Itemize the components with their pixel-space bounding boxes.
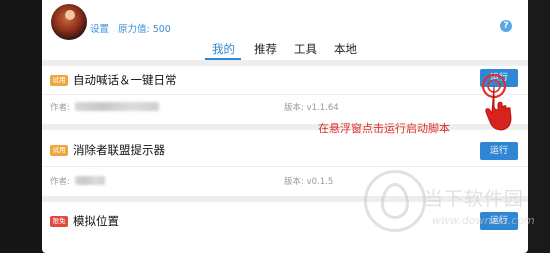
version-label: 版本: v1.1.64: [284, 103, 339, 113]
tab-local[interactable]: 本地: [334, 41, 357, 57]
author-name-blurred: [75, 102, 159, 111]
script-title: 消除者联盟提示器: [73, 143, 165, 157]
power-value: 原力值: 500: [118, 24, 171, 35]
tab-tools[interactable]: 工具: [294, 41, 317, 57]
tab-mine[interactable]: 我的: [212, 41, 235, 57]
tab-bar: 我的 推荐 工具 本地: [42, 41, 528, 59]
card-separator: [42, 60, 528, 66]
card-separator: [42, 124, 528, 130]
author-label: 作者:: [50, 177, 70, 187]
help-icon[interactable]: ?: [500, 20, 512, 32]
author-name-blurred: [75, 176, 105, 185]
watermark-url: www.downxia.com: [432, 214, 535, 227]
script-title: 自动喊话＆一键日常: [73, 73, 177, 87]
divider: [42, 94, 528, 95]
pointing-hand-icon: [481, 73, 512, 131]
avatar[interactable]: [51, 4, 87, 40]
watermark-name: 当下软件园: [424, 188, 525, 210]
settings-link[interactable]: 设置: [90, 21, 109, 35]
script-title: 模拟位置: [73, 214, 119, 228]
left-background: [0, 0, 42, 253]
trial-badge: 试用: [50, 145, 68, 156]
instruction-annotation: 在悬浮窗点击运行启动脚本: [318, 122, 450, 135]
free-badge: 限免: [50, 216, 68, 227]
tab-recommended[interactable]: 推荐: [254, 41, 277, 57]
run-button[interactable]: 运行: [480, 142, 518, 160]
author-label: 作者:: [50, 103, 70, 113]
trial-badge: 试用: [50, 75, 68, 86]
watermark-logo-icon: [364, 170, 426, 232]
version-label: 版本: v0.1.5: [284, 177, 334, 187]
divider: [42, 166, 528, 167]
